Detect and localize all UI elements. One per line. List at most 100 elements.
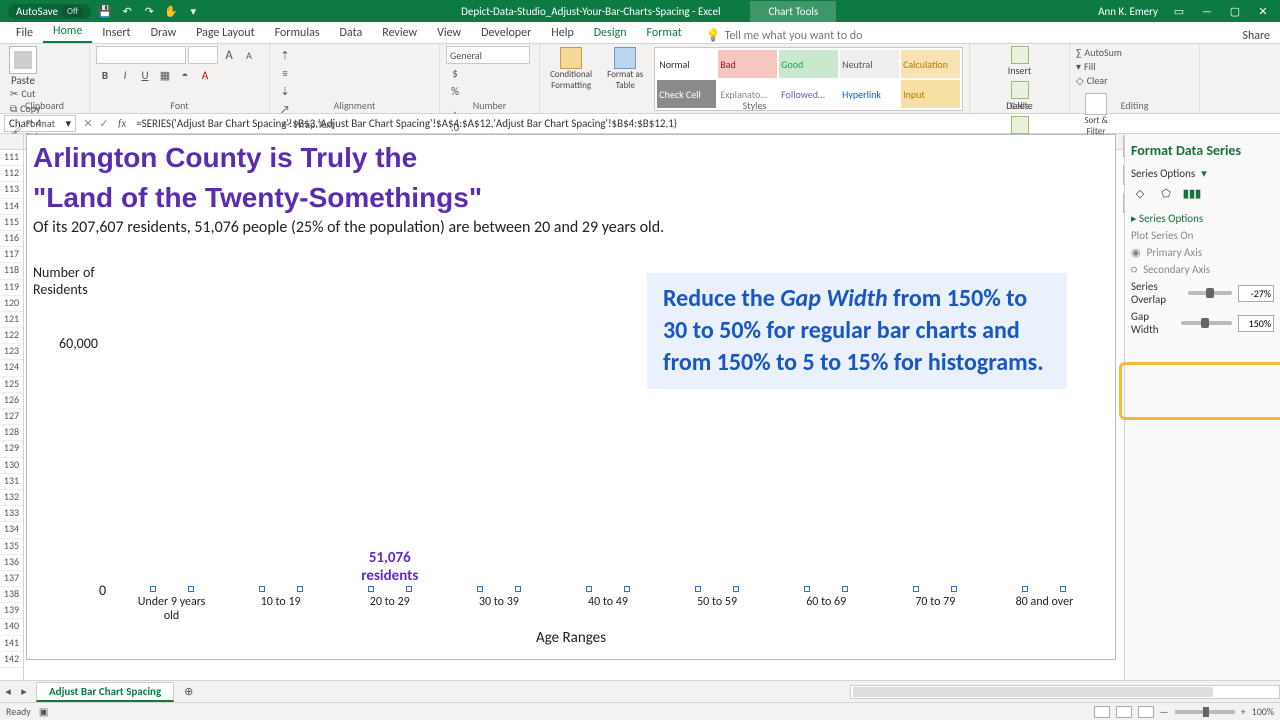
row-header[interactable]: 111 <box>0 150 23 166</box>
add-sheet-button[interactable]: ⊕ <box>184 685 193 698</box>
selection-handle[interactable] <box>1022 586 1028 592</box>
touch-icon[interactable]: ✋ <box>163 3 179 19</box>
row-header[interactable]: 112 <box>0 166 23 182</box>
macro-record-icon[interactable]: ▣ <box>39 705 48 718</box>
close-icon[interactable]: ✕ <box>1256 5 1270 18</box>
tab-file[interactable]: File <box>6 23 43 43</box>
x-category-label[interactable]: 10 to 19 <box>239 595 323 609</box>
cell-style-item[interactable]: Calculation <box>901 50 960 78</box>
cell-style-item[interactable]: Normal <box>657 50 716 78</box>
row-header[interactable]: 119 <box>0 280 23 296</box>
bar-series[interactable]: Under 9 years old10 to 1951,076residents… <box>117 347 1099 589</box>
align-middle-button[interactable]: ≡ <box>276 64 294 82</box>
tab-help[interactable]: Help <box>541 23 584 43</box>
paste-button[interactable]: Paste <box>6 46 40 87</box>
x-category-label[interactable]: 30 to 39 <box>457 595 541 609</box>
fill-line-tab-icon[interactable]: ◇ <box>1131 184 1149 202</box>
sheet-nav-prev[interactable]: ◂ <box>0 685 16 698</box>
tab-design[interactable]: Design <box>584 23 637 43</box>
tab-data[interactable]: Data <box>330 23 373 43</box>
row-header[interactable]: 117 <box>0 247 23 263</box>
selection-handle[interactable] <box>515 586 521 592</box>
selection-handle[interactable] <box>406 586 412 592</box>
row-header[interactable]: 135 <box>0 539 23 555</box>
selection-handle[interactable] <box>1060 586 1066 592</box>
row-header[interactable]: 136 <box>0 555 23 571</box>
row-header[interactable]: 142 <box>0 652 23 668</box>
horizontal-scrollbar[interactable] <box>850 685 1280 699</box>
insert-cells-button[interactable]: Insert <box>976 46 1063 77</box>
row-header[interactable]: 124 <box>0 360 23 376</box>
tab-developer[interactable]: Developer <box>471 23 541 43</box>
chart-subtitle[interactable]: Of its 207,607 residents, 51,076 people … <box>33 218 1115 237</box>
shrink-font-button[interactable]: A <box>240 46 258 64</box>
row-header[interactable]: 125 <box>0 377 23 393</box>
tab-page-layout[interactable]: Page Layout <box>186 23 264 43</box>
font-name-combo[interactable] <box>96 46 186 64</box>
grow-font-button[interactable]: A <box>220 46 238 64</box>
x-category-label[interactable]: 70 to 79 <box>893 595 977 609</box>
row-header[interactable]: 137 <box>0 571 23 587</box>
cell-style-item[interactable]: Good <box>779 50 838 78</box>
selection-handle[interactable] <box>150 586 156 592</box>
tab-draw[interactable]: Draw <box>141 23 187 43</box>
share-button[interactable]: Share <box>1242 29 1280 43</box>
selection-handle[interactable] <box>695 586 701 592</box>
series-options-dropdown[interactable]: Series Options ▾ <box>1131 167 1274 180</box>
maximize-icon[interactable]: ▢ <box>1228 5 1242 18</box>
tab-review[interactable]: Review <box>372 23 427 43</box>
selection-handle[interactable] <box>624 586 630 592</box>
zoom-in-button[interactable]: + <box>1241 705 1246 718</box>
row-header[interactable]: 129 <box>0 441 23 457</box>
number-format-combo[interactable]: General <box>446 46 530 64</box>
align-top-button[interactable]: ⇡ <box>276 46 294 64</box>
x-category-label[interactable]: 50 to 59 <box>675 595 759 609</box>
cell-style-item[interactable]: Neutral <box>840 50 899 78</box>
enter-formula-icon[interactable]: ✓ <box>96 117 112 130</box>
redo-icon[interactable]: ↷ <box>141 3 157 19</box>
selection-handle[interactable] <box>259 586 265 592</box>
data-label[interactable]: 51,076residents <box>361 549 418 585</box>
bold-button[interactable]: B <box>96 66 114 84</box>
row-header[interactable]: 140 <box>0 619 23 635</box>
x-axis-title[interactable]: Age Ranges <box>27 629 1115 647</box>
primary-axis-radio[interactable]: ◉ Primary Axis <box>1131 246 1274 259</box>
select-all-corner[interactable] <box>0 134 24 149</box>
fill-button[interactable]: ▾ Fill <box>1076 60 1193 73</box>
percent-button[interactable]: % <box>446 82 464 100</box>
x-category-label[interactable]: Under 9 years old <box>130 595 214 623</box>
row-header[interactable]: 130 <box>0 458 23 474</box>
row-header[interactable]: 118 <box>0 263 23 279</box>
chart-title-line2[interactable]: "Land of the Twenty-Somethings" <box>33 181 1115 215</box>
autosum-button[interactable]: ∑ AutoSum <box>1076 46 1193 59</box>
selection-handle[interactable] <box>951 586 957 592</box>
row-header[interactable]: 126 <box>0 393 23 409</box>
selection-handle[interactable] <box>586 586 592 592</box>
y-axis-title[interactable]: Number ofResidents <box>33 265 95 299</box>
row-header[interactable]: 115 <box>0 215 23 231</box>
selection-handle[interactable] <box>477 586 483 592</box>
selection-handle[interactable] <box>733 586 739 592</box>
qat-more-icon[interactable]: ▾ <box>185 3 201 19</box>
zoom-out-button[interactable]: — <box>1160 705 1169 718</box>
clear-button[interactable]: ◇ Clear <box>1076 74 1193 87</box>
fx-icon[interactable]: fx <box>112 117 132 130</box>
selection-handle[interactable] <box>842 586 848 592</box>
page-layout-view-button[interactable] <box>1116 706 1132 718</box>
section-header[interactable]: ▸ Series Options <box>1131 212 1274 225</box>
series-overlap-slider[interactable] <box>1188 291 1232 295</box>
row-header[interactable]: 121 <box>0 312 23 328</box>
secondary-axis-radio[interactable]: ○ Secondary Axis <box>1131 263 1274 276</box>
chart-title-line1[interactable]: Arlington County is Truly the <box>33 141 1115 175</box>
align-bottom-button[interactable]: ⇣ <box>276 82 294 100</box>
underline-button[interactable]: U <box>136 66 154 84</box>
fill-color-button[interactable]: ◓ <box>176 66 194 84</box>
zoom-slider[interactable] <box>1175 710 1235 714</box>
selection-handle[interactable] <box>804 586 810 592</box>
row-header[interactable]: 113 <box>0 182 23 198</box>
x-category-label[interactable]: 40 to 49 <box>566 595 650 609</box>
row-header[interactable]: 116 <box>0 231 23 247</box>
effects-tab-icon[interactable]: ⬠ <box>1157 184 1175 202</box>
row-header[interactable]: 139 <box>0 603 23 619</box>
ribbon-options-icon[interactable]: ▭ <box>1172 5 1186 18</box>
